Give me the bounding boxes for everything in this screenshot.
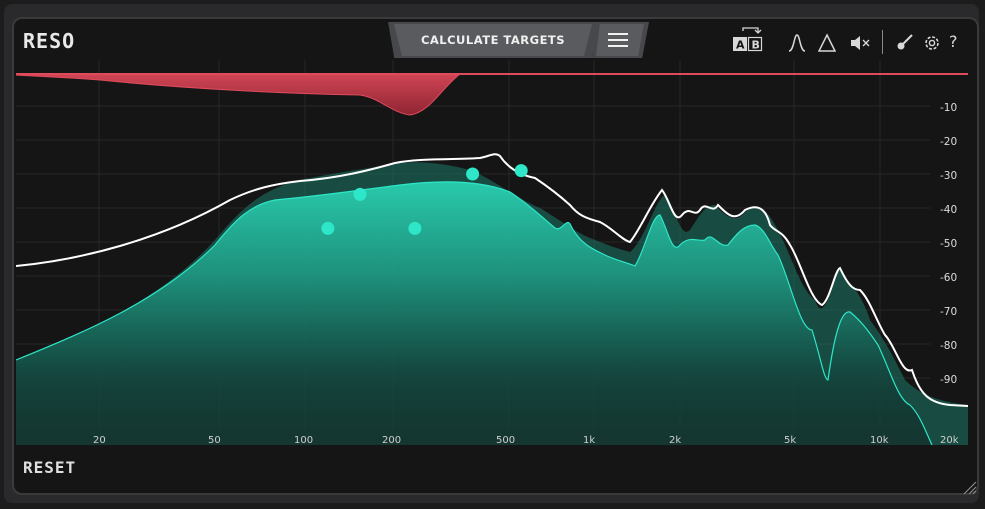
toolbar-divider — [882, 30, 883, 54]
calculate-targets-button[interactable]: CALCULATE TARGETS — [394, 24, 592, 56]
db-label: -20 — [940, 136, 957, 148]
triangle-filter-icon[interactable] — [817, 33, 837, 57]
ab-label-b: B — [752, 39, 760, 52]
hz-label: 50 — [208, 435, 221, 446]
db-label: -70 — [940, 306, 957, 318]
hz-label: 1k — [583, 435, 595, 446]
reduction-band — [16, 73, 968, 116]
reset-button[interactable]: RESET — [23, 458, 76, 477]
brush-icon[interactable] — [896, 33, 914, 55]
menu-button[interactable] — [596, 24, 644, 56]
db-label: -10 — [940, 102, 957, 114]
hz-label: 500 — [496, 435, 515, 446]
db-label: -40 — [940, 204, 957, 216]
menu-icon-bar — [608, 39, 628, 41]
hz-label: 100 — [294, 435, 313, 446]
teal-spectrum-fill — [16, 181, 932, 445]
ab-label-a: A — [736, 39, 745, 52]
target-node[interactable] — [514, 164, 528, 178]
mute-speaker-icon[interactable] — [849, 34, 871, 56]
db-scale: -10 -20 -30 -40 -50 -60 -70 -80 -90 — [940, 102, 957, 386]
target-node[interactable] — [408, 221, 422, 235]
target-node[interactable] — [321, 221, 335, 235]
peak-filter-icon[interactable] — [788, 33, 806, 57]
hz-label: 20 — [93, 435, 106, 446]
hz-label: 10k — [870, 435, 889, 446]
db-label: -60 — [940, 272, 957, 284]
gear-icon[interactable] — [922, 33, 942, 57]
db-label: -50 — [940, 238, 957, 250]
spectrum-graph[interactable]: -10 -20 -30 -40 -50 -60 -70 -80 -90 20 5… — [0, 0, 985, 509]
help-icon[interactable]: ? — [949, 32, 958, 51]
db-label: -80 — [940, 340, 957, 352]
db-label: -90 — [940, 374, 957, 386]
ab-compare-icon[interactable]: A B — [731, 27, 765, 53]
hz-label: 20k — [940, 435, 959, 446]
app-title: RESO — [23, 29, 76, 53]
hz-label: 5k — [784, 435, 796, 446]
target-node[interactable] — [353, 187, 367, 201]
resize-grip-icon[interactable] — [961, 479, 977, 495]
menu-icon — [608, 33, 628, 35]
target-node[interactable] — [466, 167, 480, 181]
hz-label: 200 — [382, 435, 401, 446]
menu-icon-bar — [608, 45, 628, 47]
db-label: -30 — [940, 170, 957, 182]
hz-label: 2k — [669, 435, 681, 446]
